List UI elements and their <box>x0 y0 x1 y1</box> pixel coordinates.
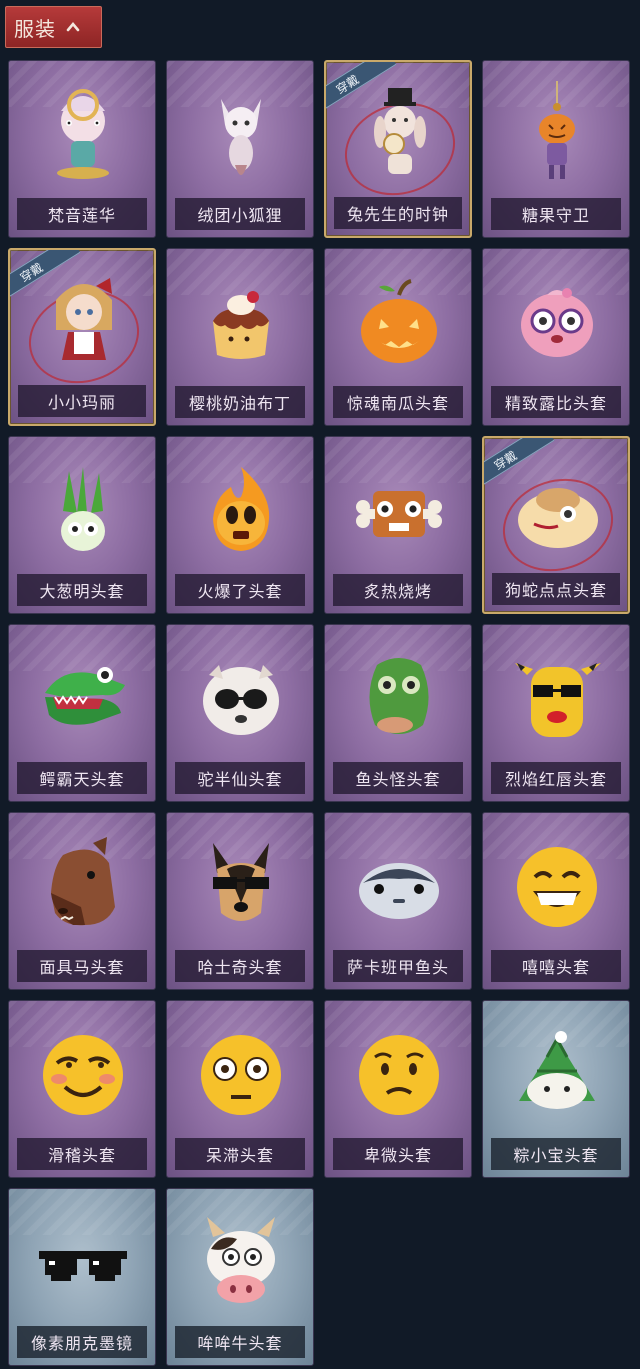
costume-card[interactable]: 穿戴 兔先生的时钟 <box>324 60 472 238</box>
rabbit-clock-icon <box>350 82 450 190</box>
fish-head-icon <box>349 645 449 753</box>
pumpkin-candy-guard-icon <box>507 81 607 189</box>
pudding-icon <box>191 269 291 377</box>
costume-card[interactable]: 驼半仙头套 <box>166 624 314 802</box>
costume-card[interactable]: 呆滞头套 <box>166 1000 314 1178</box>
costume-card[interactable]: 精致露比头套 <box>482 248 630 426</box>
costume-name: 大葱明头套 <box>17 574 147 606</box>
costume-card[interactable]: 大葱明头套 <box>8 436 156 614</box>
costume-card[interactable]: 哞哞牛头套 <box>166 1188 314 1366</box>
costume-card[interactable]: 面具马头套 <box>8 812 156 990</box>
costume-card[interactable]: 嘻嘻头套 <box>482 812 630 990</box>
costume-name: 驼半仙头套 <box>175 762 305 794</box>
costume-grid: 梵音莲华 绒团小狐狸 穿戴 兔先生的时钟 糖果守卫穿戴 小小玛丽 樱桃奶油布丁 惊魂南瓜头套精… <box>0 0 640 1369</box>
costume-card[interactable]: 鳄霸天头套 <box>8 624 156 802</box>
costume-name: 精致露比头套 <box>491 386 621 418</box>
costume-name: 狗蛇点点头套 <box>492 573 620 605</box>
grin-emoji-icon <box>507 833 607 941</box>
pixel-sunglasses-icon <box>33 1209 133 1317</box>
costume-card[interactable]: 粽小宝头套 <box>482 1000 630 1178</box>
costume-card[interactable]: 烈焰红唇头套 <box>482 624 630 802</box>
costume-card[interactable]: 萨卡班甲鱼头 <box>324 812 472 990</box>
costume-name: 绒团小狐狸 <box>175 198 305 230</box>
humble-emoji-icon <box>349 1021 449 1129</box>
little-mary-doll-icon <box>34 270 134 378</box>
fox-plush-icon <box>191 81 291 189</box>
costume-name: 烈焰红唇头套 <box>491 762 621 794</box>
husky-sunglasses-icon <box>191 833 291 941</box>
costume-name: 梵音莲华 <box>17 198 147 230</box>
funny-emoji-icon <box>33 1021 133 1129</box>
costume-name: 糖果守卫 <box>491 198 621 230</box>
costume-name: 像素朋克墨镜 <box>17 1326 147 1358</box>
costume-name: 惊魂南瓜头套 <box>333 386 463 418</box>
costume-name: 面具马头套 <box>17 950 147 982</box>
costume-name: 哈士奇头套 <box>175 950 305 982</box>
costume-card[interactable]: 像素朋克墨镜 <box>8 1188 156 1366</box>
costume-name: 火爆了头套 <box>175 574 305 606</box>
costume-name: 滑稽头套 <box>17 1138 147 1170</box>
costume-card[interactable]: 穿戴 小小玛丽 <box>8 248 156 426</box>
costume-card[interactable]: 糖果守卫 <box>482 60 630 238</box>
pink-beaver-icon <box>507 269 607 377</box>
crocodile-icon <box>33 645 133 753</box>
costume-card[interactable]: 滑稽头套 <box>8 1000 156 1178</box>
costume-name: 萨卡班甲鱼头 <box>333 950 463 982</box>
costume-card[interactable]: 火爆了头套 <box>166 436 314 614</box>
costume-card[interactable]: 绒团小狐狸 <box>166 60 314 238</box>
bbq-meat-icon <box>349 457 449 565</box>
dog-snake-icon <box>508 458 608 566</box>
horse-mask-icon <box>33 833 133 941</box>
costume-name: 樱桃奶油布丁 <box>175 386 305 418</box>
costume-card[interactable]: 哈士奇头套 <box>166 812 314 990</box>
zongzi-icon <box>507 1021 607 1129</box>
costume-name: 炙热烧烤 <box>333 574 463 606</box>
yellow-mascot-icon <box>507 645 607 753</box>
costume-card[interactable]: 樱桃奶油布丁 <box>166 248 314 426</box>
costume-name: 嘻嘻头套 <box>491 950 621 982</box>
costume-card[interactable]: 炙热烧烤 <box>324 436 472 614</box>
lotus-fairy-icon <box>33 81 133 189</box>
dazed-emoji-icon <box>191 1021 291 1129</box>
alpaca-sunglasses-icon <box>191 645 291 753</box>
sacabambaspis-icon <box>349 833 449 941</box>
costume-card[interactable]: 梵音莲华 <box>8 60 156 238</box>
costume-name: 粽小宝头套 <box>491 1138 621 1170</box>
costume-name: 小小玛丽 <box>18 385 146 417</box>
fire-face-icon <box>191 457 291 565</box>
costume-card[interactable]: 惊魂南瓜头套 <box>324 248 472 426</box>
costume-name: 鱼头怪头套 <box>333 762 463 794</box>
costume-name: 鳄霸天头套 <box>17 762 147 794</box>
cow-head-icon <box>191 1209 291 1317</box>
costume-card[interactable]: 鱼头怪头套 <box>324 624 472 802</box>
costume-name: 兔先生的时钟 <box>334 197 462 229</box>
costume-name: 卑微头套 <box>333 1138 463 1170</box>
costume-card[interactable]: 穿戴 狗蛇点点头套 <box>482 436 630 614</box>
costume-name: 哞哞牛头套 <box>175 1326 305 1358</box>
costume-card[interactable]: 卑微头套 <box>324 1000 472 1178</box>
pumpkin-head-icon <box>349 269 449 377</box>
green-onion-icon <box>33 457 133 565</box>
costume-name: 呆滞头套 <box>175 1138 305 1170</box>
